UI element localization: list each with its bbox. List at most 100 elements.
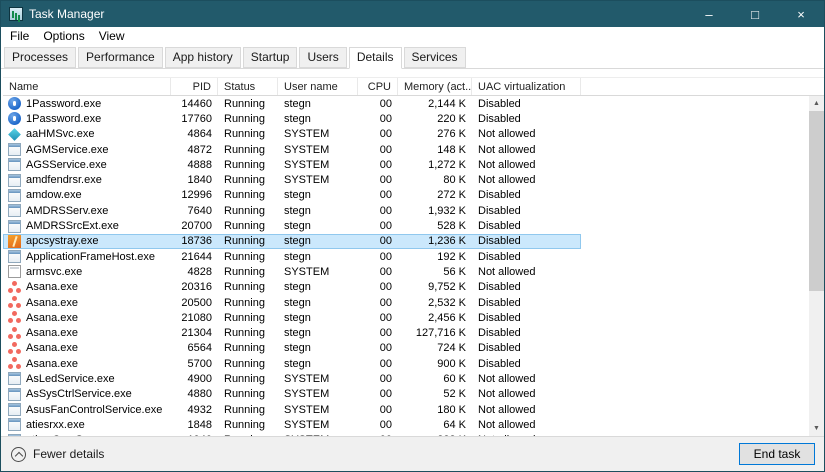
cell-pid: 20316 bbox=[171, 281, 218, 293]
cell-user: SYSTEM bbox=[278, 266, 358, 278]
process-row[interactable]: 1Password.exe17760Runningstegn00220 KDis… bbox=[3, 111, 581, 126]
cell-uac: Disabled bbox=[472, 235, 581, 247]
process-row[interactable]: ApplicationFrameHost.exe21644Runningsteg… bbox=[3, 249, 581, 264]
end-task-button[interactable]: End task bbox=[739, 443, 815, 465]
process-row[interactable]: apcsystray.exe18736Runningstegn001,236 K… bbox=[3, 234, 581, 249]
cell-uac: Disabled bbox=[472, 205, 581, 217]
process-row[interactable]: armsvc.exe4828RunningSYSTEM0056 KNot all… bbox=[3, 264, 581, 279]
maximize-button[interactable]: □ bbox=[732, 1, 778, 27]
cell-uac: Not allowed bbox=[472, 128, 581, 140]
fewer-details-label: Fewer details bbox=[33, 447, 104, 461]
process-row[interactable]: Asana.exe6564Runningstegn00724 KDisabled bbox=[3, 341, 581, 356]
column-header-user[interactable]: User name bbox=[278, 78, 358, 95]
column-header-filler bbox=[581, 78, 824, 95]
cell-status: Running bbox=[218, 205, 278, 217]
vertical-scrollbar[interactable]: ▲ ▼ bbox=[809, 96, 824, 436]
close-button[interactable]: × bbox=[778, 1, 824, 27]
minimize-button[interactable]: – bbox=[686, 1, 732, 27]
scrollbar-thumb[interactable] bbox=[809, 111, 824, 291]
process-row[interactable]: Asana.exe20316Runningstegn009,752 KDisab… bbox=[3, 280, 581, 295]
cell-pid: 4900 bbox=[171, 373, 218, 385]
cell-cpu: 00 bbox=[358, 220, 398, 232]
tab-app-history[interactable]: App history bbox=[165, 47, 241, 68]
menu-file[interactable]: File bbox=[3, 28, 36, 44]
cell-name: Asana.exe bbox=[3, 296, 171, 309]
column-header-cpu[interactable]: CPU bbox=[358, 78, 398, 95]
menu-bar: FileOptionsView bbox=[1, 27, 824, 45]
process-row[interactable]: AGMService.exe4872RunningSYSTEM00148 KNo… bbox=[3, 142, 581, 157]
cell-cpu: 00 bbox=[358, 113, 398, 125]
menu-view[interactable]: View bbox=[92, 28, 132, 44]
cell-memory: 9,752 K bbox=[398, 281, 472, 293]
menu-options[interactable]: Options bbox=[36, 28, 91, 44]
process-row[interactable]: 1Password.exe14460Runningstegn002,144 KD… bbox=[3, 96, 581, 111]
column-header-uac[interactable]: UAC virtualization bbox=[472, 78, 581, 95]
process-row[interactable]: AMDRSServ.exe7640Runningstegn001,932 KDi… bbox=[3, 203, 581, 218]
process-row[interactable]: amdfendrsr.exe1840RunningSYSTEM0080 KNot… bbox=[3, 172, 581, 187]
cell-name: 1Password.exe bbox=[3, 97, 171, 110]
process-row[interactable]: amdow.exe12996Runningstegn00272 KDisable… bbox=[3, 188, 581, 203]
process-row[interactable]: atkexComSvc.exe1940RunningSYSTEM00228 KN… bbox=[3, 433, 581, 436]
cell-status: Running bbox=[218, 251, 278, 263]
tab-startup[interactable]: Startup bbox=[243, 47, 298, 68]
cell-status: Running bbox=[218, 434, 278, 436]
column-header-pid[interactable]: PID bbox=[171, 78, 218, 95]
asana-icon bbox=[8, 327, 21, 340]
cell-user: stegn bbox=[278, 342, 358, 354]
process-row[interactable]: AsusFanControlService.exe4932RunningSYST… bbox=[3, 402, 581, 417]
window-app-icon bbox=[8, 388, 21, 401]
cell-memory: 220 K bbox=[398, 113, 472, 125]
cell-name: armsvc.exe bbox=[3, 265, 171, 278]
column-header-name[interactable]: Name bbox=[3, 78, 171, 95]
cell-uac: Disabled bbox=[472, 113, 581, 125]
tab-users[interactable]: Users bbox=[299, 47, 346, 68]
cell-pid: 4828 bbox=[171, 266, 218, 278]
tab-processes[interactable]: Processes bbox=[4, 47, 76, 68]
cell-cpu: 00 bbox=[358, 281, 398, 293]
cell-cpu: 00 bbox=[358, 144, 398, 156]
column-header-memory[interactable]: Memory (act... bbox=[398, 78, 472, 95]
cell-memory: 2,532 K bbox=[398, 297, 472, 309]
cell-memory: 56 K bbox=[398, 266, 472, 278]
cell-status: Running bbox=[218, 128, 278, 140]
cell-memory: 1,272 K bbox=[398, 159, 472, 171]
plain-window-icon bbox=[8, 265, 21, 278]
cell-status: Running bbox=[218, 297, 278, 309]
process-row[interactable]: AsLedService.exe4900RunningSYSTEM0060 KN… bbox=[3, 371, 581, 386]
tab-details[interactable]: Details bbox=[349, 47, 402, 69]
window-app-icon bbox=[8, 418, 21, 431]
process-row[interactable]: Asana.exe21080Runningstegn002,456 KDisab… bbox=[3, 310, 581, 325]
fewer-details-button[interactable]: Fewer details bbox=[11, 447, 104, 462]
cell-uac: Not allowed bbox=[472, 434, 581, 436]
process-row[interactable]: AsSysCtrlService.exe4880RunningSYSTEM005… bbox=[3, 387, 581, 402]
cell-pid: 18736 bbox=[171, 235, 218, 247]
process-row[interactable]: AMDRSSrcExt.exe20700Runningstegn00528 KD… bbox=[3, 218, 581, 233]
cell-name: AGMService.exe bbox=[3, 143, 171, 156]
process-name: atkexComSvc.exe bbox=[26, 434, 115, 436]
process-row[interactable]: aaHMSvc.exe4864RunningSYSTEM00276 KNot a… bbox=[3, 127, 581, 142]
scroll-down-icon[interactable]: ▼ bbox=[809, 421, 824, 436]
asana-icon bbox=[8, 342, 21, 355]
cell-memory: 1,236 K bbox=[398, 235, 472, 247]
cell-user: stegn bbox=[278, 327, 358, 339]
process-row[interactable]: Asana.exe21304Runningstegn00127,716 KDis… bbox=[3, 325, 581, 340]
process-row[interactable]: AGSService.exe4888RunningSYSTEM001,272 K… bbox=[3, 157, 581, 172]
cell-user: stegn bbox=[278, 312, 358, 324]
cell-user: stegn bbox=[278, 113, 358, 125]
cell-name: Asana.exe bbox=[3, 281, 171, 294]
process-row[interactable]: Asana.exe5700Runningstegn00900 KDisabled bbox=[3, 356, 581, 371]
process-row[interactable]: Asana.exe20500Runningstegn002,532 KDisab… bbox=[3, 295, 581, 310]
tab-services[interactable]: Services bbox=[404, 47, 466, 68]
cell-user: stegn bbox=[278, 251, 358, 263]
process-name: apcsystray.exe bbox=[26, 235, 99, 247]
cell-uac: Not allowed bbox=[472, 144, 581, 156]
title-bar[interactable]: Task Manager – □ × bbox=[1, 1, 824, 27]
cell-cpu: 00 bbox=[358, 235, 398, 247]
process-row[interactable]: atiesrxx.exe1848RunningSYSTEM0064 KNot a… bbox=[3, 417, 581, 432]
scroll-up-icon[interactable]: ▲ bbox=[809, 96, 824, 111]
column-header-status[interactable]: Status bbox=[218, 78, 278, 95]
tab-performance[interactable]: Performance bbox=[78, 47, 163, 68]
asana-icon bbox=[8, 311, 21, 324]
cell-memory: 528 K bbox=[398, 220, 472, 232]
cell-name: AsusFanControlService.exe bbox=[3, 403, 171, 416]
